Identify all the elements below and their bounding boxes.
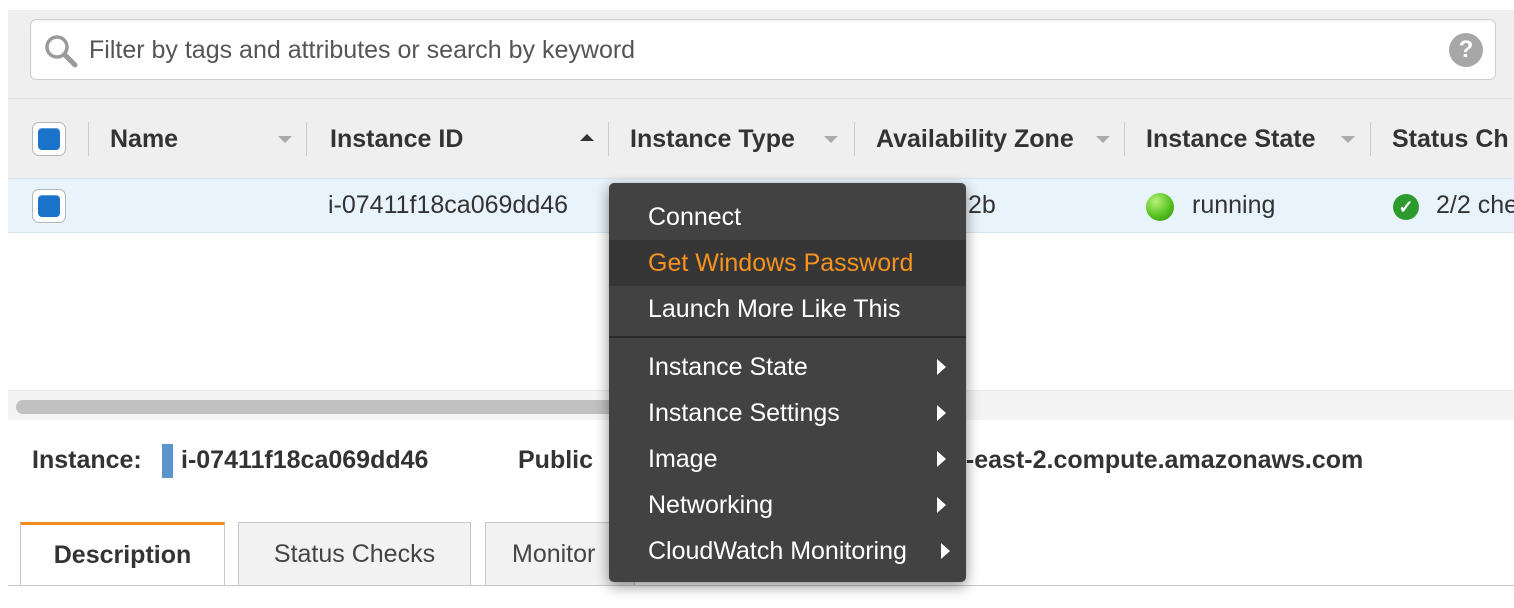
running-status-icon	[1146, 193, 1174, 221]
menu-item-label: Image	[648, 444, 718, 473]
public-dns-value: s-east-2.compute.amazonaws.com	[952, 446, 1364, 474]
public-dns-label: Public	[518, 446, 594, 474]
cell-availability-zone: 2b	[968, 191, 996, 219]
column-header-instance-id[interactable]: Instance ID	[330, 99, 463, 179]
scrollbar-thumb[interactable]	[16, 400, 616, 414]
row-checkbox[interactable]	[32, 189, 66, 223]
sort-caret-icon[interactable]	[1341, 136, 1355, 143]
submenu-arrow-icon	[937, 405, 946, 421]
column-header-instance-type[interactable]: Instance Type	[630, 99, 795, 179]
menu-item-launch-more-like-this[interactable]: Launch More Like This	[609, 286, 966, 332]
column-header-name[interactable]: Name	[110, 99, 178, 179]
select-all-checkbox[interactable]	[32, 122, 66, 156]
menu-item-instance-state[interactable]: Instance State	[609, 344, 966, 390]
submenu-arrow-icon	[937, 359, 946, 375]
menu-item-label: Networking	[648, 490, 774, 519]
menu-item-instance-settings[interactable]: Instance Settings	[609, 390, 966, 436]
column-separator	[1124, 122, 1125, 156]
sort-ascending-icon[interactable]	[580, 134, 594, 141]
table-header-row: Name Instance ID Instance Type Availabil…	[8, 98, 1514, 178]
menu-item-image[interactable]: Image	[609, 436, 966, 482]
help-icon[interactable]: ?	[1449, 33, 1483, 67]
sort-caret-icon[interactable]	[824, 136, 838, 143]
column-header-instance-state[interactable]: Instance State	[1146, 99, 1316, 179]
menu-item-connect[interactable]: Connect	[609, 194, 966, 240]
menu-item-label: Instance Settings	[648, 398, 840, 427]
column-separator	[306, 122, 307, 156]
menu-divider	[609, 336, 966, 338]
search-box[interactable]: ?	[30, 19, 1496, 80]
checkmark-icon: ✓	[1393, 194, 1419, 220]
tab-description[interactable]: Description	[20, 522, 225, 586]
cell-instance-state: running	[1192, 191, 1276, 219]
column-header-status-checks[interactable]: Status Ch	[1392, 99, 1509, 179]
menu-item-networking[interactable]: Networking	[609, 482, 966, 528]
sort-caret-icon[interactable]	[278, 136, 292, 143]
details-instance-id: i-07411f18ca069dd46	[181, 446, 429, 474]
menu-item-get-windows-password[interactable]: Get Windows Password	[609, 240, 966, 286]
column-header-availability-zone[interactable]: Availability Zone	[876, 99, 1074, 179]
column-separator	[854, 122, 855, 156]
search-icon	[45, 35, 78, 68]
column-separator	[88, 122, 89, 156]
instance-label: Instance:	[32, 446, 142, 474]
tab-status-checks[interactable]: Status Checks	[238, 522, 471, 586]
menu-item-cloudwatch-monitoring[interactable]: CloudWatch Monitoring	[609, 528, 966, 574]
instance-marker	[162, 444, 173, 478]
submenu-arrow-icon	[937, 451, 946, 467]
search-input[interactable]	[89, 30, 1429, 70]
column-separator	[608, 122, 609, 156]
column-separator	[1370, 122, 1371, 156]
menu-item-label: Instance State	[648, 352, 808, 381]
submenu-arrow-icon	[941, 543, 950, 559]
menu-item-label: CloudWatch Monitoring	[648, 536, 907, 565]
context-menu: Connect Get Windows Password Launch More…	[609, 183, 966, 582]
cell-instance-id: i-07411f18ca069dd46	[328, 191, 569, 219]
sort-caret-icon[interactable]	[1096, 136, 1110, 143]
submenu-arrow-icon	[937, 497, 946, 513]
tabs-divider	[8, 585, 1514, 586]
cell-status-checks: 2/2 che	[1436, 191, 1514, 219]
